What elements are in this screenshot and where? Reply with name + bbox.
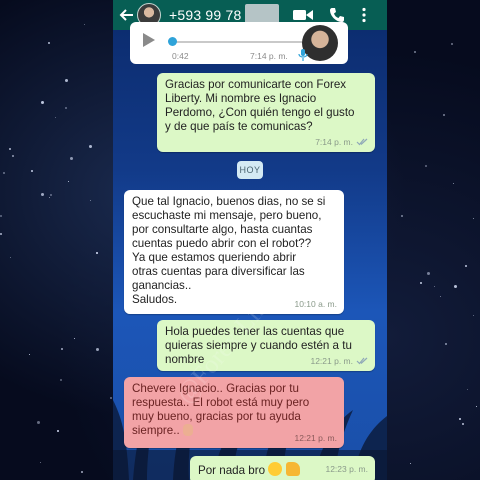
message-time: 7:14 p. m. [315,135,368,149]
star [47,42,50,45]
star [424,164,427,167]
star [30,170,33,172]
double-check-icon [356,138,368,146]
message-line: y de que país te comunicas? [165,120,313,133]
message-line: respuesta.. El robot está muy pero [132,396,310,409]
star [59,379,62,382]
star [65,107,67,109]
message-line: por consultarte algo, hasta cuantas [132,223,313,236]
message-bubble[interactable]: Por nada bro 12:23 p. m. [190,456,375,480]
star [442,114,445,117]
message-time: 12:23 p. m. [325,462,368,476]
star [420,281,423,284]
star [73,337,75,339]
star [95,252,98,255]
message-bubble[interactable]: Hola puedes tener las cuentas que quiera… [157,320,375,371]
message-time: 10:10 a. m. [294,297,337,311]
microphone-icon [298,49,308,61]
star [444,342,447,345]
date-separator: HOY [237,161,263,179]
thumbs-up-emoji-icon [285,462,300,476]
timestamp: 12:23 p. m. [325,464,368,474]
star [453,182,455,184]
contact-phone-number[interactable]: +593 99 78 [169,7,241,23]
voice-message: 0:42 7:14 p. m. [130,22,348,64]
star [10,256,12,258]
message-bubble[interactable]: Que tal Ignacio, buenos dias, no se si e… [124,190,344,314]
timestamp: 12:21 p. m. [294,433,337,443]
back-arrow-icon[interactable] [119,7,135,23]
message-line: Gracias por comunicarte con Forex [165,78,347,91]
timestamp: 10:10 a. m. [294,299,337,309]
audio-progress-knob[interactable] [168,37,177,46]
star [11,154,14,157]
audio-progress-track[interactable] [170,41,308,43]
message-line: Ya que estamos queriendo abrir [132,251,297,264]
video-call-icon[interactable] [293,8,314,22]
rock-hand-emoji-icon [182,424,193,436]
message-line: Chevere Ignacio.. Gracias por tu [132,382,299,395]
star [41,100,45,104]
message-line: Que tal Ignacio, buenos dias, no se si [132,195,326,208]
grinning-face-emoji-icon [268,462,283,476]
message-line: quieras siempre y cuando estén a tu [165,339,352,352]
star [450,42,453,45]
star [475,405,477,407]
play-icon[interactable] [142,32,156,48]
message-time: 12:21 p. m. [310,354,368,368]
message-line-text: siempre.. [132,424,180,437]
message-time: 12:21 p. m. [294,431,337,445]
message-line: Por nada bro [198,464,266,477]
more-options-icon[interactable] [361,7,367,23]
star [0,232,3,235]
highlighted-message-bubble[interactable]: Chevere Ignacio.. Gracias por tu respues… [124,377,344,448]
star [50,193,53,196]
message-line: Perdomo, ¿Con quién tengo el gusto [165,106,355,119]
timestamp: 7:14 p. m. [315,137,353,147]
message-line: muy bueno, gracias por tu ayuda [132,410,301,423]
phone-call-icon[interactable] [329,7,345,23]
star [439,295,441,297]
star [453,284,457,288]
star [39,461,41,463]
star [67,180,69,182]
message-line: Liberty. Mi nombre es Ignacio [165,92,317,105]
message-line: Hola puedes tener las cuentas que [165,325,345,338]
audio-duration: 0:42 [172,51,189,61]
message-line: cuentas puedo abrir con el robot?? [132,237,312,250]
message-line: escuchaste mi mensaje, pero bueno, [132,209,322,222]
timestamp: 12:21 p. m. [310,356,353,366]
message-bubble[interactable]: Gracias por comunicarte con Forex Libert… [157,73,375,152]
message-line: otras cuentas para diversificar las [132,265,305,278]
message-line: ganancias.. [132,279,192,292]
double-check-icon [356,357,368,365]
audio-timestamp: 7:14 p. m. [250,51,288,61]
star [109,397,112,399]
